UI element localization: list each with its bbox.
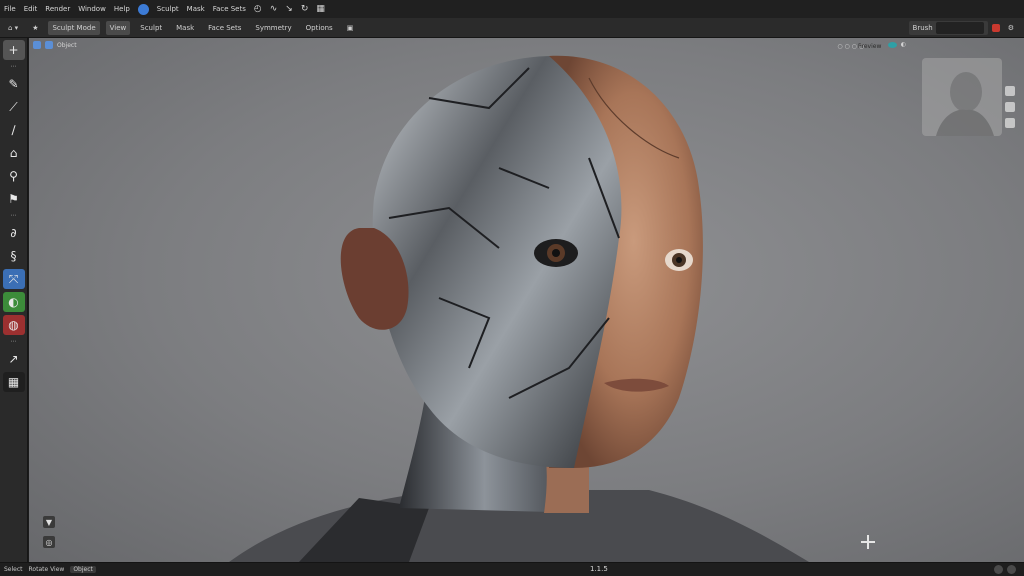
overlay-toggle-icon[interactable]: ◐ xyxy=(901,41,906,48)
header-toolbar: ⌂ ▾ ★ Sculpt Mode View Sculpt Mask Face … xyxy=(0,18,1024,38)
tool-separator-2: ⋯ xyxy=(10,212,17,219)
select-icon[interactable] xyxy=(45,41,53,49)
status-object: Object xyxy=(70,566,96,573)
view-select[interactable]: View xyxy=(105,20,131,35)
fill-icon[interactable]: ▦ xyxy=(316,4,325,14)
smooth-tool-icon[interactable]: ⌂ xyxy=(3,143,25,163)
help-icon[interactable] xyxy=(1007,565,1016,574)
zoom-icon[interactable] xyxy=(1005,86,1015,96)
gizmo-toggle-icon[interactable]: ▼ xyxy=(43,516,55,528)
camera-icon[interactable] xyxy=(1005,118,1015,128)
viewport-preview-label: Preview xyxy=(858,43,882,50)
gizmo-icon[interactable]: ◴ xyxy=(254,4,262,14)
grab-tool-icon[interactable]: ∂ xyxy=(3,223,25,243)
tab-sculpt[interactable]: Sculpt xyxy=(136,21,166,35)
record-icon[interactable] xyxy=(991,24,1000,32)
line-icon[interactable]: ↘ xyxy=(285,4,293,14)
clay-tool-icon[interactable]: ⟋ xyxy=(3,97,25,117)
menu-render[interactable]: Render xyxy=(45,5,70,13)
3d-cursor-icon[interactable] xyxy=(861,535,875,549)
settings-icon[interactable]: ⚙ xyxy=(1004,21,1018,35)
menu-window[interactable]: Window xyxy=(78,5,106,13)
tab-symmetry[interactable]: Symmetry xyxy=(251,21,295,35)
brush-select[interactable]: Brush xyxy=(908,21,988,35)
sculpt-model xyxy=(229,55,809,562)
menu-file[interactable]: File xyxy=(4,5,16,13)
pan-icon[interactable] xyxy=(1005,102,1015,112)
menu-edit[interactable]: Edit xyxy=(24,5,38,13)
menu-help[interactable]: Help xyxy=(114,5,130,13)
toolbar-right: Brush ⚙ xyxy=(908,21,1018,35)
snake-hook-tool-icon[interactable]: § xyxy=(3,246,25,266)
tab-face-sets[interactable]: Face Sets xyxy=(204,21,245,35)
transform-tool-icon[interactable]: ↗ xyxy=(3,349,25,369)
crease-tool-icon[interactable]: ∕ xyxy=(3,120,25,140)
camera-preview xyxy=(936,72,994,136)
navigation-buttons xyxy=(1005,86,1015,128)
tool-separator: ⋯ xyxy=(10,63,17,70)
status-select: Select xyxy=(4,566,23,573)
toggle-icon[interactable]: ▣ xyxy=(343,21,358,35)
draw-tool-icon[interactable]: ✎ xyxy=(3,74,25,94)
view-icon[interactable] xyxy=(33,41,41,49)
3d-viewport[interactable]: Object ◐ ○ ○ ○ ○ Preview ▼ ◎ xyxy=(29,38,1024,562)
navigation-gizmo[interactable] xyxy=(922,58,1002,136)
brush-field[interactable] xyxy=(935,22,984,34)
status-rotate: Rotate View xyxy=(28,566,65,573)
tool-shelf: + ⋯ ✎ ⟋ ∕ ⌂ ⚲ ⚑ ⋯ ∂ § ⤧ ◐ ◍ ⋯ ↗ ▦ xyxy=(0,38,28,562)
mask-tool-icon[interactable]: ◐ xyxy=(2,292,25,312)
visibility-icon[interactable] xyxy=(887,41,897,48)
face-set-tool-icon[interactable]: ◍ xyxy=(2,315,25,335)
notification-icon[interactable] xyxy=(994,565,1003,574)
viewport-header: Object xyxy=(33,41,77,49)
editor-type-button[interactable]: ⌂ ▾ xyxy=(4,21,22,35)
fill-tool-icon[interactable]: ⚑ xyxy=(3,189,25,209)
brush-label: Brush xyxy=(912,24,933,32)
menu-bar: File Edit Render Window Help Sculpt Mask… xyxy=(0,0,1024,18)
pin-icon[interactable]: ★ xyxy=(28,21,42,35)
mode-select[interactable]: Sculpt Mode xyxy=(48,20,100,35)
snap-icon[interactable]: ◎ xyxy=(43,536,55,548)
viewport-object-label[interactable]: Object xyxy=(57,42,77,49)
viewport-overlays: ◐ xyxy=(887,41,906,48)
menu-face-sets[interactable]: Face Sets xyxy=(213,5,246,13)
annotate-tool-icon[interactable]: ▦ xyxy=(2,372,25,392)
flatten-tool-icon[interactable]: ⚲ xyxy=(3,166,25,186)
pose-tool-icon[interactable]: ⤧ xyxy=(2,269,25,289)
tab-mask[interactable]: Mask xyxy=(172,21,198,35)
lasso-icon[interactable]: ↻ xyxy=(301,4,309,14)
sculpt-icon[interactable] xyxy=(137,3,149,15)
version-label: 1.1.5 xyxy=(590,565,608,573)
viewport-bottom-tools: ▼ ◎ xyxy=(43,516,55,548)
tab-options[interactable]: Options xyxy=(302,21,337,35)
curve-icon[interactable]: ∿ xyxy=(270,4,278,14)
menu-sculpt[interactable]: Sculpt xyxy=(157,5,179,13)
status-right xyxy=(994,565,1016,574)
menu-mask[interactable]: Mask xyxy=(187,5,205,13)
status-bar: Select Rotate View Object 1.1.5 xyxy=(0,562,1024,576)
add-tool-icon[interactable]: + xyxy=(2,40,25,60)
tool-separator-3: ⋯ xyxy=(10,338,17,345)
